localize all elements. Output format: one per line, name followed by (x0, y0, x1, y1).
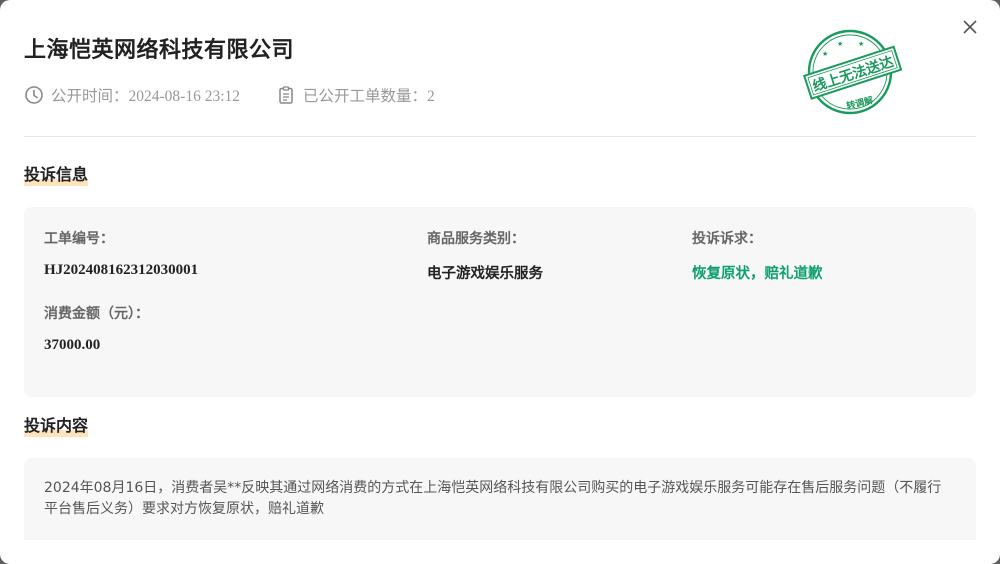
svg-text:★: ★ (858, 40, 864, 48)
section-title-info: 投诉信息 (24, 164, 89, 186)
svg-text:★: ★ (822, 50, 828, 58)
clock-icon (25, 86, 43, 104)
section-title-content: 投诉内容 (24, 415, 89, 437)
amount-value: 37000.00 (44, 337, 101, 353)
ticket-count: 已公开工单数量：2 (276, 84, 435, 106)
close-icon[interactable] (960, 17, 980, 37)
demand-label: 投诉诉求： (692, 231, 762, 247)
ticket-no-label: 工单编号： (44, 231, 114, 247)
amount-label: 消费金额（元）： (44, 306, 149, 322)
complaint-info-card: 工单编号： HJ202408162312030001 商品服务类别： 电子游戏娱… (24, 207, 976, 397)
category-value: 电子游戏娱乐服务 (427, 266, 543, 282)
field-ticket-no: 工单编号： HJ202408162312030001 (44, 228, 198, 279)
complaint-content-card: 2024年08月16日，消费者吴**反映其通过网络消费的方式在上海恺英网络科技有… (24, 458, 976, 540)
ticket-count-text: 已公开工单数量：2 (303, 88, 435, 105)
stamp-seal: ★ ★ ★ 线上无法送达 转调解 (802, 29, 903, 115)
category-label: 商品服务类别： (427, 231, 525, 247)
ticket-no-value: HJ202408162312030001 (44, 262, 199, 278)
publish-time: 公开时间：2024-08-16 23:12 (24, 84, 240, 106)
field-demand: 投诉诉求： 恢复原状，赔礼道歉 (692, 228, 823, 283)
meta-row: 公开时间：2024-08-16 23:12 已公开工单数量：2 (24, 84, 435, 106)
clipboard-icon (279, 86, 293, 104)
field-amount: 消费金额（元）： 37000.00 (44, 303, 149, 354)
complaint-content-text: 2024年08月16日，消费者吴**反映其通过网络消费的方式在上海恺英网络科技有… (44, 480, 942, 517)
company-name: 上海恺英网络科技有限公司 (24, 38, 295, 63)
complaint-detail-modal: 上海恺英网络科技有限公司 公开时间：2024-08-16 23:12 已公开工单… (0, 0, 1000, 564)
demand-value: 恢复原状，赔礼道歉 (692, 266, 823, 282)
header-divider (24, 136, 976, 137)
svg-text:★: ★ (837, 40, 843, 48)
publish-time-text: 公开时间：2024-08-16 23:12 (51, 88, 241, 105)
field-category: 商品服务类别： 电子游戏娱乐服务 (427, 228, 543, 283)
stamp-sub-text: 转调解 (845, 94, 874, 112)
